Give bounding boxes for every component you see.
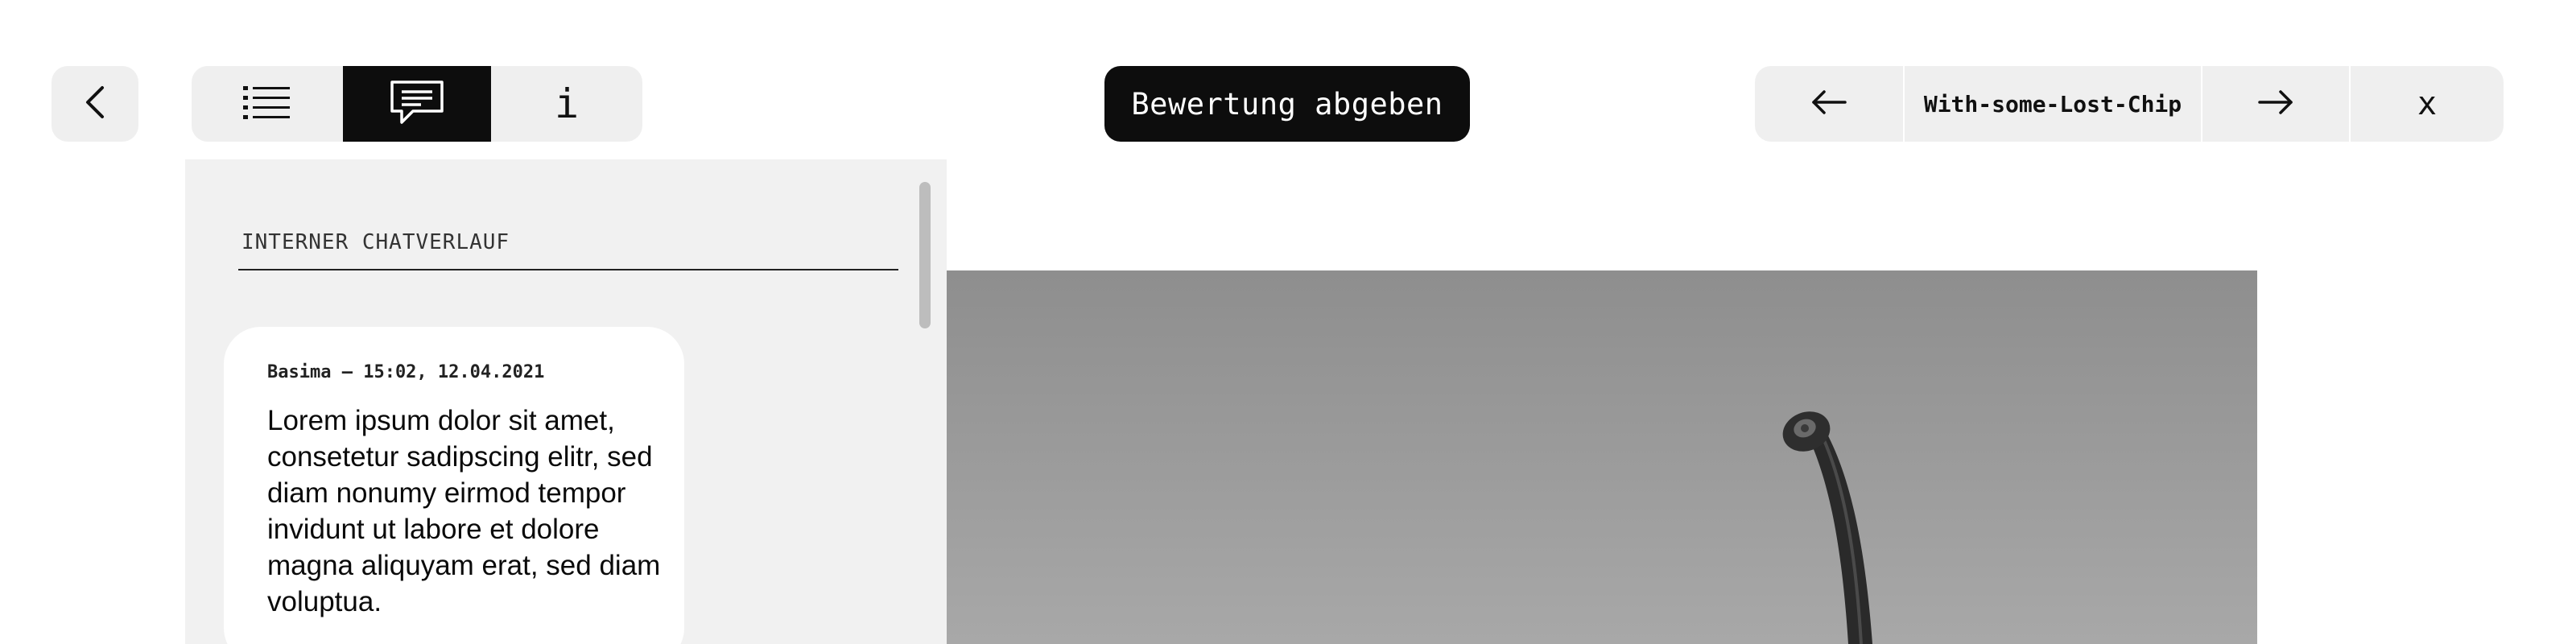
arrow-right-icon — [2258, 89, 2293, 118]
heading-divider — [238, 269, 898, 270]
message-text: Lorem ipsum dolor sit amet, consetetur s… — [267, 405, 661, 617]
previous-item-button[interactable] — [1755, 66, 1903, 142]
chat-heading: INTERNER CHATVERLAUF — [242, 230, 510, 254]
current-item-name: With-some-Lost-Chip — [1923, 90, 2182, 118]
close-button[interactable]: x — [2351, 66, 2504, 142]
chat-bubble-icon — [389, 79, 445, 129]
artwork-image — [947, 270, 2257, 644]
submit-rating-button[interactable]: Bewertung abgeben — [1104, 66, 1470, 142]
tab-chat-view[interactable] — [343, 66, 491, 142]
chat-message: Basima – 15:02, 12.04.2021 Lorem ipsum d… — [224, 327, 684, 644]
chat-panel: INTERNER CHATVERLAUF Basima – 15:02, 12.… — [185, 159, 947, 644]
sculpture-photo — [947, 270, 2257, 644]
item-navigation: With-some-Lost-Chip x — [1755, 66, 2504, 142]
tab-info-view[interactable]: i — [491, 66, 642, 142]
chevron-left-icon — [83, 85, 107, 123]
next-item-button[interactable] — [2202, 66, 2349, 142]
list-icon — [243, 85, 290, 123]
view-toggle-group: i — [192, 66, 642, 142]
info-icon: i — [554, 80, 580, 127]
chat-scrollbar[interactable] — [919, 182, 931, 328]
message-meta: Basima – 15:02, 12.04.2021 — [267, 362, 545, 382]
back-button[interactable] — [52, 66, 138, 142]
tab-list-view[interactable] — [192, 66, 341, 142]
arrow-left-icon — [1811, 89, 1847, 118]
